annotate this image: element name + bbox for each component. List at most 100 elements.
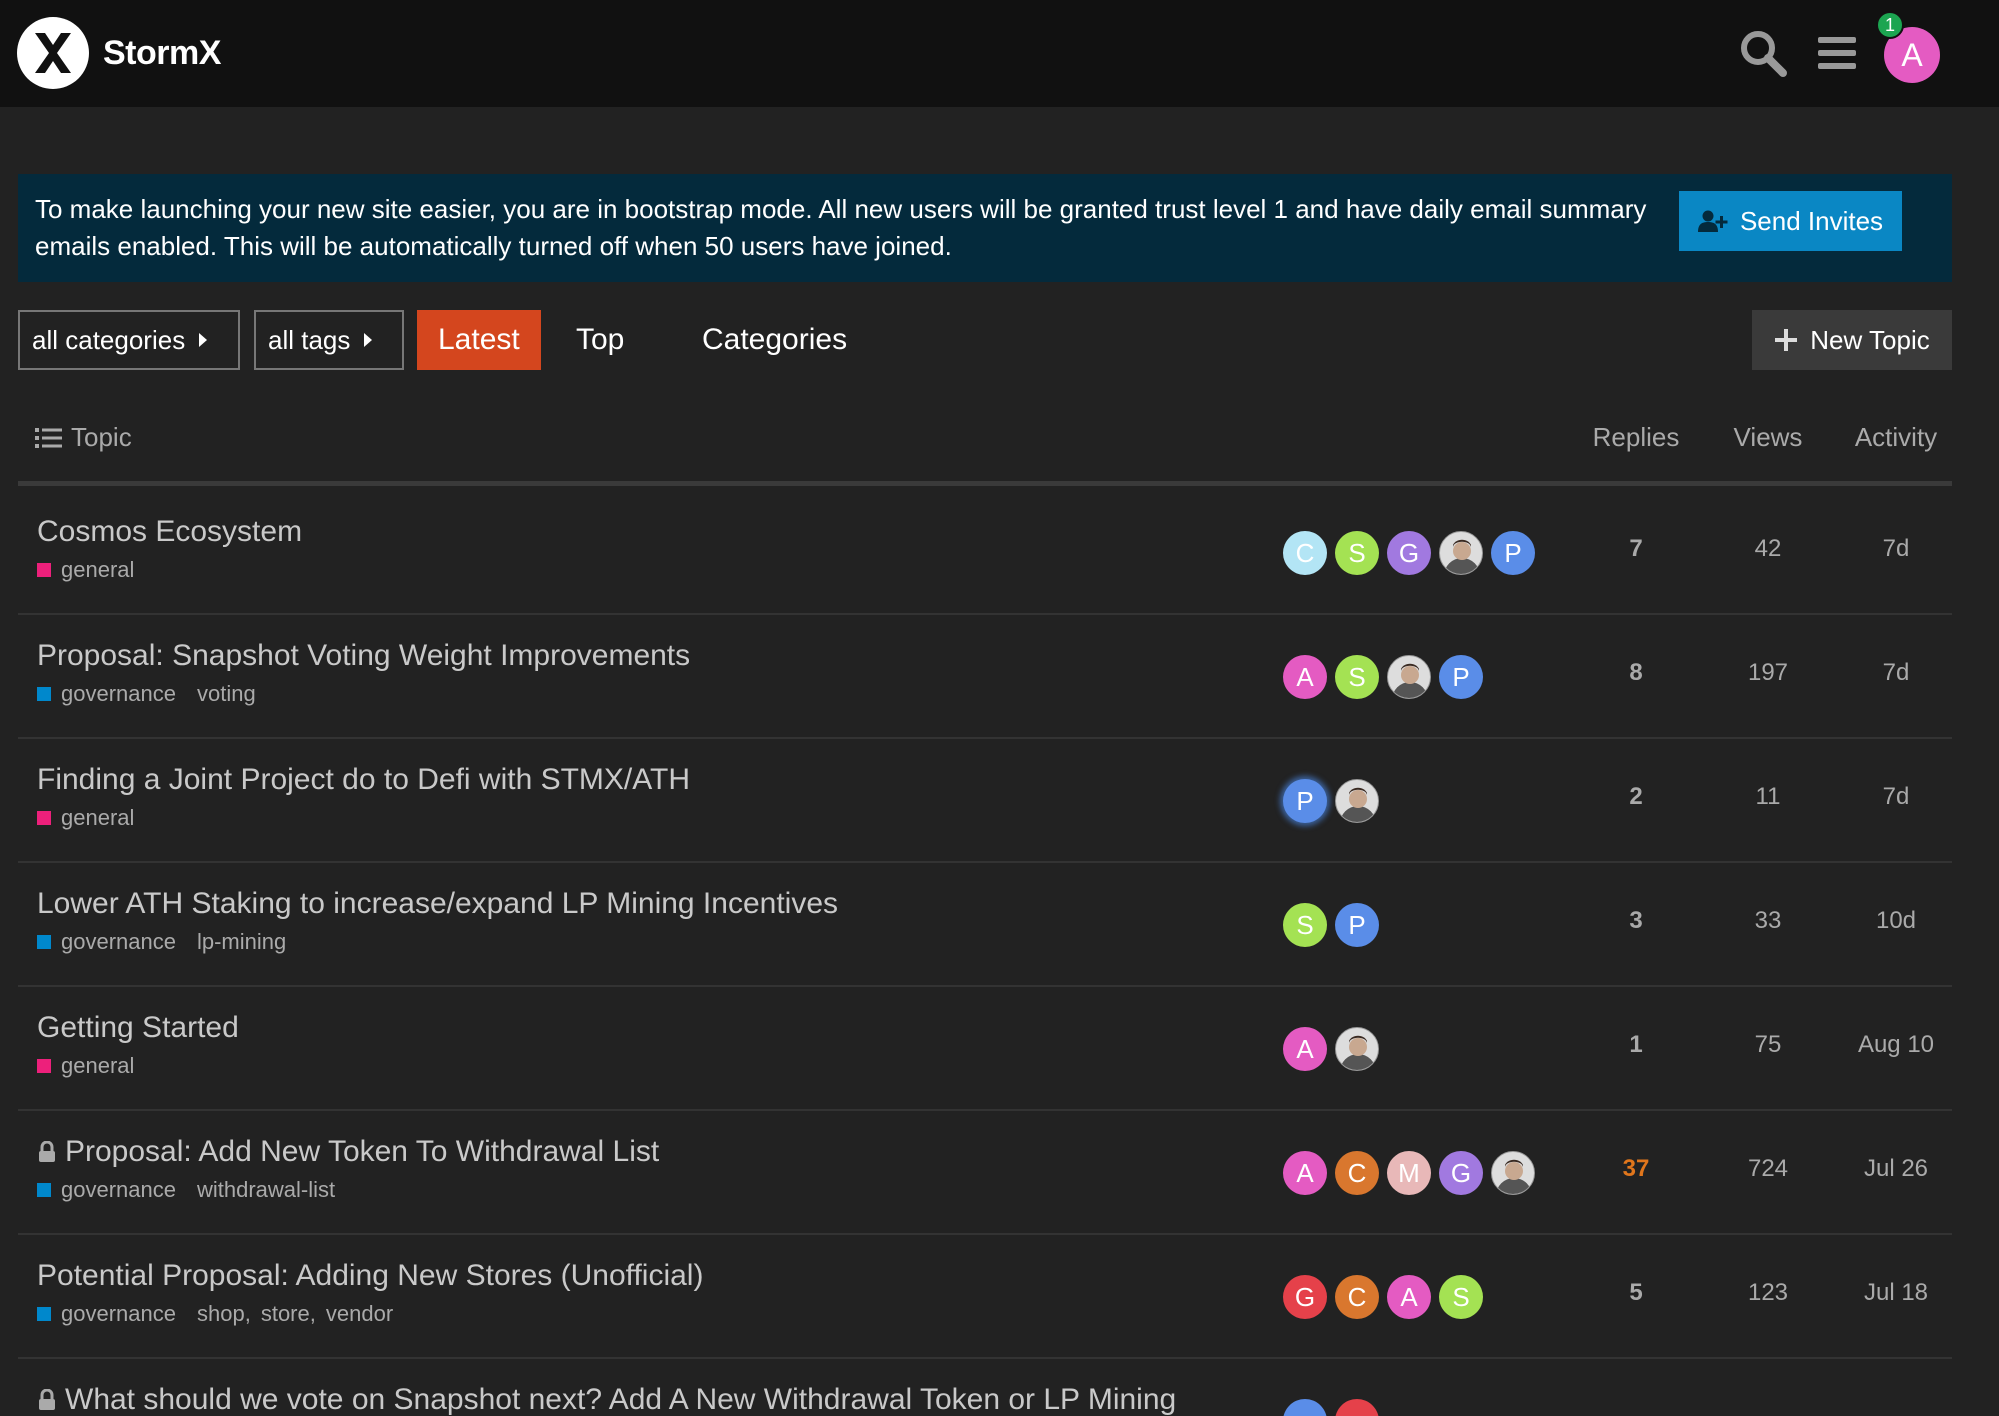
poster-avatar[interactable]: S <box>1335 655 1379 699</box>
activity-time[interactable]: 7d <box>1831 535 1952 563</box>
activity-column-header[interactable]: Activity <box>1831 422 1961 453</box>
topic-title-link[interactable]: Lower ATH Staking to increase/expand LP … <box>37 887 838 921</box>
replies-count[interactable]: 1 <box>1571 1031 1701 1059</box>
activity-time[interactable]: Jul 18 <box>1831 1279 1952 1307</box>
category-badge[interactable]: general <box>61 805 134 831</box>
poster-avatar[interactable]: C <box>1335 1275 1379 1319</box>
replies-count[interactable]: 7 <box>1571 535 1701 563</box>
topic-meta: governance shop, store, vendor <box>37 1301 393 1327</box>
replies-column-header[interactable]: Replies <box>1571 422 1701 453</box>
poster-avatar[interactable]: A <box>1283 1151 1327 1195</box>
topic-tag[interactable]: lp-mining <box>197 929 286 955</box>
poster-avatar[interactable] <box>1491 1151 1535 1195</box>
avatar-letter: G <box>1450 1157 1472 1188</box>
topic-tag[interactable]: voting <box>197 681 256 707</box>
topic-row[interactable]: Potential Proposal: Adding New Stores (U… <box>18 1235 1952 1359</box>
poster-avatar[interactable]: P <box>1491 531 1535 575</box>
hamburger-menu-icon[interactable] <box>1812 28 1862 78</box>
replies-count[interactable]: 5 <box>1571 1279 1701 1307</box>
activity-time[interactable]: 7d <box>1831 659 1952 687</box>
avatar-letter: G <box>1398 537 1420 568</box>
tags-dropdown[interactable]: all tags <box>254 310 404 370</box>
category-badge[interactable]: governance <box>61 1301 176 1327</box>
category-color-swatch <box>37 811 51 825</box>
topic-tag[interactable]: vendor <box>326 1301 393 1327</box>
poster-avatar[interactable]: A <box>1387 1275 1431 1319</box>
tab-top[interactable]: Top <box>555 310 645 370</box>
category-badge[interactable]: governance <box>61 681 176 707</box>
categories-dropdown[interactable]: all categories <box>18 310 240 370</box>
topic-row[interactable]: Lower ATH Staking to increase/expand LP … <box>18 863 1952 987</box>
topic-title-link[interactable]: What should we vote on Snapshot next? Ad… <box>37 1383 1176 1416</box>
poster-avatar[interactable] <box>1335 779 1379 823</box>
bootstrap-mode-banner: To make launching your new site easier, … <box>18 174 1952 282</box>
poster-avatar[interactable]: G <box>1439 1151 1483 1195</box>
poster-avatar[interactable]: S <box>1283 903 1327 947</box>
topic-row[interactable]: Proposal: Add New Token To Withdrawal Li… <box>18 1111 1952 1235</box>
new-topic-button[interactable]: New Topic <box>1752 310 1952 370</box>
topic-row[interactable]: Finding a Joint Project do to Defi with … <box>18 739 1952 863</box>
poster-avatar[interactable] <box>1335 1399 1379 1416</box>
activity-time[interactable]: 10d <box>1831 907 1952 935</box>
poster-avatar[interactable]: C <box>1335 1151 1379 1195</box>
activity-time[interactable]: 7d <box>1831 783 1952 811</box>
poster-avatar[interactable] <box>1439 531 1483 575</box>
topic-row[interactable]: Cosmos Ecosystem general C S G P 7 42 7d <box>18 491 1952 615</box>
topic-meta: general <box>37 805 155 831</box>
topic-title-link[interactable]: Cosmos Ecosystem <box>37 515 302 549</box>
topic-title-link[interactable]: Getting Started <box>37 1011 239 1045</box>
activity-time[interactable]: Jul 26 <box>1831 1155 1952 1183</box>
topic-title: Finding a Joint Project do to Defi with … <box>37 763 691 796</box>
activity-time[interactable]: Aug 10 <box>1831 1031 1952 1059</box>
tab-categories[interactable]: Categories <box>681 310 868 370</box>
poster-avatar[interactable]: G <box>1387 531 1431 575</box>
poster-avatar[interactable]: C <box>1283 531 1327 575</box>
topic-tag[interactable]: store <box>261 1301 310 1327</box>
topic-tag[interactable]: withdrawal-list <box>197 1177 335 1203</box>
site-logo[interactable]: StormX <box>17 17 221 89</box>
poster-avatar[interactable] <box>1335 1027 1379 1071</box>
poster-avatar[interactable] <box>1283 1399 1327 1416</box>
poster-avatar[interactable] <box>1387 655 1431 699</box>
category-badge[interactable]: general <box>61 1053 134 1079</box>
search-icon[interactable] <box>1738 28 1788 78</box>
send-invites-button[interactable]: Send Invites <box>1679 191 1902 251</box>
topic-row[interactable]: Getting Started general A 1 75 Aug 10 <box>18 987 1952 1111</box>
stormx-logo-icon <box>17 17 89 89</box>
topic-title-link[interactable]: Finding a Joint Project do to Defi with … <box>37 763 690 797</box>
poster-avatar[interactable]: A <box>1283 1027 1327 1071</box>
poster-avatar[interactable]: G <box>1283 1275 1327 1319</box>
poster-avatar[interactable]: P <box>1335 903 1379 947</box>
site-header: StormX A 1 <box>0 0 1999 107</box>
topic-title-link[interactable]: Proposal: Snapshot Voting Weight Improve… <box>37 639 690 673</box>
views-column-header[interactable]: Views <box>1703 422 1833 453</box>
replies-count[interactable]: 37 <box>1571 1155 1701 1183</box>
replies-count[interactable]: 2 <box>1571 783 1701 811</box>
avatar-letter: S <box>1348 661 1366 692</box>
topic-tag[interactable]: shop <box>197 1301 245 1327</box>
poster-avatar[interactable]: S <box>1335 531 1379 575</box>
poster-avatar[interactable]: M <box>1387 1151 1431 1195</box>
replies-count[interactable]: 3 <box>1571 907 1701 935</box>
poster-avatar[interactable]: P <box>1283 779 1327 823</box>
topic-title-link[interactable]: Potential Proposal: Adding New Stores (U… <box>37 1259 703 1293</box>
poster-avatar[interactable]: P <box>1439 655 1483 699</box>
topic-title-link[interactable]: Proposal: Add New Token To Withdrawal Li… <box>37 1135 659 1169</box>
poster-avatar[interactable]: A <box>1283 655 1327 699</box>
send-invites-label: Send Invites <box>1739 205 1884 236</box>
tab-latest[interactable]: Latest <box>417 310 541 370</box>
caret-right-icon <box>199 333 208 347</box>
category-badge[interactable]: governance <box>61 1177 176 1203</box>
avatar-letter: S <box>1452 1281 1470 1312</box>
poster-avatar[interactable]: S <box>1439 1275 1483 1319</box>
category-badge[interactable]: governance <box>61 929 176 955</box>
avatar-letter: S <box>1296 909 1314 940</box>
topic-row[interactable]: Proposal: Snapshot Voting Weight Improve… <box>18 615 1952 739</box>
avatar-letter: A <box>1400 1281 1418 1312</box>
topic-column-header[interactable]: Topic <box>35 422 132 453</box>
category-badge[interactable]: general <box>61 557 134 583</box>
notification-badge[interactable]: 1 <box>1876 11 1904 39</box>
topic-row[interactable]: What should we vote on Snapshot next? Ad… <box>18 1359 1952 1416</box>
replies-count[interactable]: 8 <box>1571 659 1701 687</box>
avatar-letter: A <box>1296 1033 1314 1064</box>
